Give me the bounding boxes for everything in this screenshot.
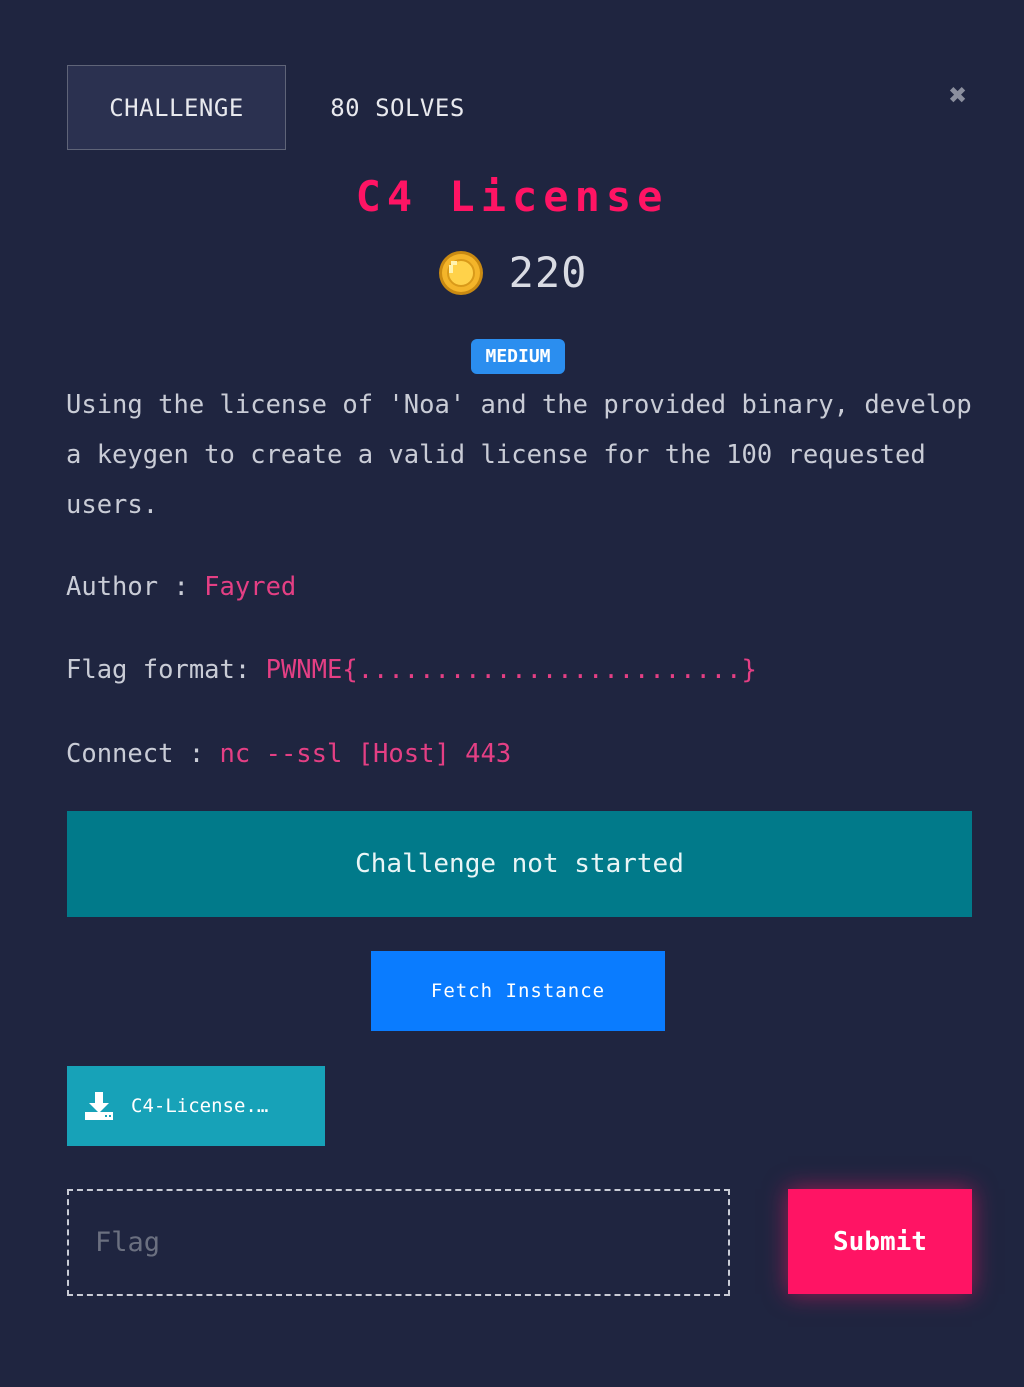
author-label: Author :: [66, 572, 205, 602]
instance-status-banner: Challenge not started: [67, 811, 972, 917]
file-name: C4-License.…: [131, 1095, 269, 1117]
coin-icon: [438, 250, 483, 295]
flag-format-label: Flag format:: [66, 655, 266, 685]
close-icon[interactable]: ✖: [942, 80, 974, 112]
connect-value: nc --ssl [Host] 443: [219, 739, 512, 769]
submit-button[interactable]: Submit: [788, 1189, 972, 1294]
fetch-instance-button[interactable]: Fetch Instance: [371, 951, 665, 1031]
difficulty-badge: MEDIUM: [471, 339, 565, 374]
flag-input[interactable]: [67, 1189, 730, 1296]
flag-format-line: Flag format: PWNME{.....................…: [66, 655, 757, 685]
challenge-description: Using the license of 'Noa' and the provi…: [66, 390, 972, 520]
flag-format-value: PWNME{.........................}: [265, 655, 757, 685]
points-display: 220: [0, 248, 1024, 297]
connect-line: Connect : nc --ssl [Host] 443: [66, 739, 511, 769]
download-file-button[interactable]: C4-License.…: [67, 1066, 325, 1146]
tab-challenge[interactable]: CHALLENGE: [67, 65, 286, 150]
tab-solves[interactable]: 80 SOLVES: [300, 65, 495, 150]
challenge-title: C4 License: [355, 172, 669, 221]
author-line: Author : Fayred: [66, 572, 296, 602]
points-value: 220: [508, 248, 588, 297]
connect-label: Connect :: [66, 739, 220, 769]
author-value: Fayred: [204, 572, 297, 602]
download-icon: [85, 1092, 113, 1120]
